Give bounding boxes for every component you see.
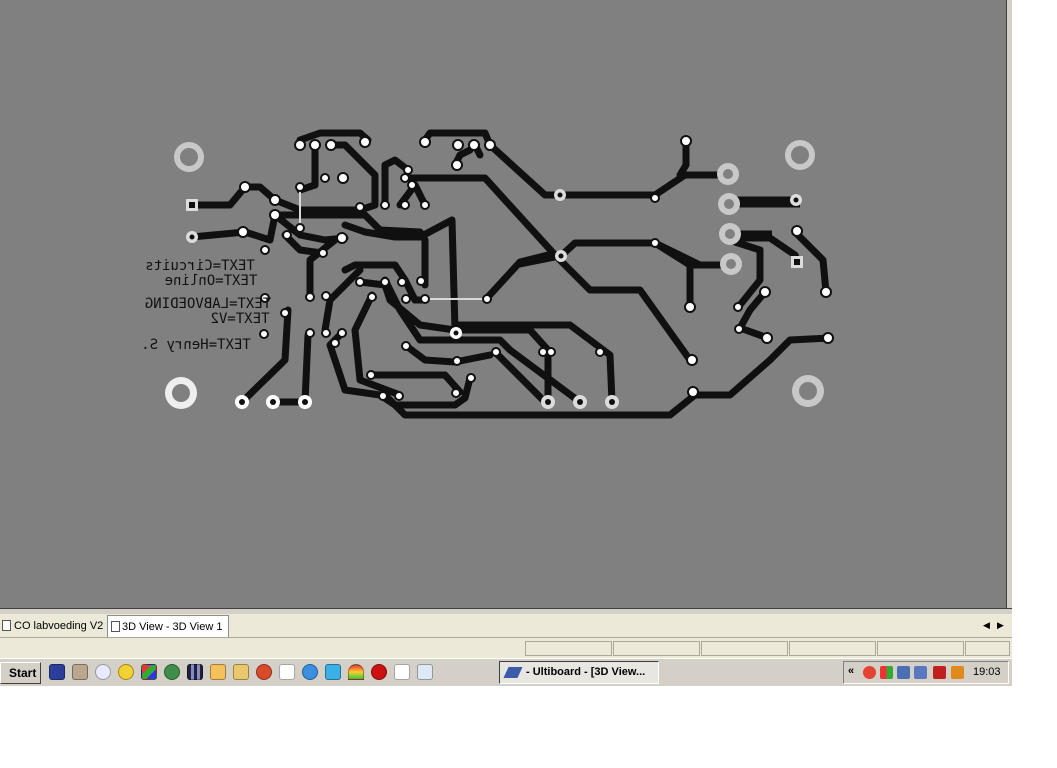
m-app-icon[interactable]: [951, 666, 964, 679]
network-icon[interactable]: [897, 666, 910, 679]
status-pane: [613, 641, 700, 656]
tab-label: 3D View - 3D View 1: [122, 621, 223, 633]
red-bug-icon[interactable]: [371, 664, 387, 680]
window-frame-right: [1006, 0, 1012, 614]
status-bar: [0, 638, 1012, 658]
system-tray: « 19:03: [843, 661, 1009, 684]
3d-view-canvas[interactable]: TEXT=Circuits TEXT=Online TEXT=LABVOEDIN…: [0, 0, 1006, 608]
globe-icon[interactable]: [164, 664, 180, 680]
task-ultiboard-button[interactable]: - Ultiboard - [3D View...: [499, 661, 659, 684]
status-pane: [877, 641, 964, 656]
task-label: - Ultiboard - [3D View...: [526, 666, 646, 678]
clock: 19:03: [973, 666, 1001, 678]
tab-3d-view[interactable]: 3D View - 3D View 1: [107, 615, 229, 637]
grid-icon[interactable]: [187, 664, 203, 680]
tab-label: CO labvoeding V2: [14, 620, 104, 632]
chrome-icon[interactable]: [863, 666, 876, 679]
pcb-3d-render[interactable]: TEXT=Circuits TEXT=Online TEXT=LABVOEDIN…: [0, 0, 1006, 608]
small-pads: [237, 135, 834, 401]
tab-scroll-left-icon[interactable]: ◀: [983, 620, 990, 631]
tab-scroll-right-icon[interactable]: ▶: [997, 620, 1004, 631]
hand-icon[interactable]: [72, 664, 88, 680]
notepad-icon[interactable]: [394, 664, 410, 680]
windows-taskbar: Start - Ultiboard - [3D View... « 19:03: [0, 658, 1012, 686]
skype-icon[interactable]: [325, 664, 341, 680]
internet-explorer-icon[interactable]: [302, 664, 318, 680]
silkscreen-labels: TEXT=Circuits TEXT=Online TEXT=LABVOEDIN…: [141, 258, 271, 353]
paint-icon[interactable]: [141, 664, 157, 680]
media-player-icon[interactable]: [95, 664, 111, 680]
clock-icon[interactable]: [210, 664, 226, 680]
start-label: Start: [9, 666, 37, 680]
tab-co-labvoeding[interactable]: CO labvoeding V2: [0, 615, 105, 637]
window-icon[interactable]: [417, 664, 433, 680]
document-tab-bar: CO labvoeding V2 3D View - 3D View 1 ◀ ▶: [0, 614, 1012, 638]
rainbow-icon[interactable]: [348, 664, 364, 680]
status-pane: [525, 641, 612, 656]
silkscreen-text-online: TEXT=Online: [165, 273, 258, 289]
status-pane: [701, 641, 788, 656]
cursor-icon[interactable]: [279, 664, 295, 680]
smiley-icon[interactable]: [118, 664, 134, 680]
silkscreen-text-author: TEXT=Henry S.: [141, 337, 251, 353]
red-device-icon[interactable]: [933, 666, 946, 679]
status-pane: [789, 641, 876, 656]
folder-icon[interactable]: [233, 664, 249, 680]
silkscreen-text-v2: TEXT=V2: [210, 311, 269, 327]
tray-expand-icon[interactable]: «: [848, 665, 854, 677]
silkscreen-text-labvoeding: TEXT=LABVOEDING: [145, 296, 271, 312]
save-icon[interactable]: [49, 664, 65, 680]
start-button[interactable]: Start: [0, 662, 41, 684]
silkscreen-text-circuits: TEXT=Circuits: [145, 258, 255, 274]
document-icon: [2, 620, 11, 631]
ultiboard-icon: [503, 667, 523, 678]
3d-view-icon: [111, 621, 120, 632]
firefox-icon[interactable]: [256, 664, 272, 680]
status-pane: [965, 641, 1010, 656]
monitor-icon[interactable]: [914, 666, 927, 679]
windows-flag-icon[interactable]: [880, 666, 893, 679]
